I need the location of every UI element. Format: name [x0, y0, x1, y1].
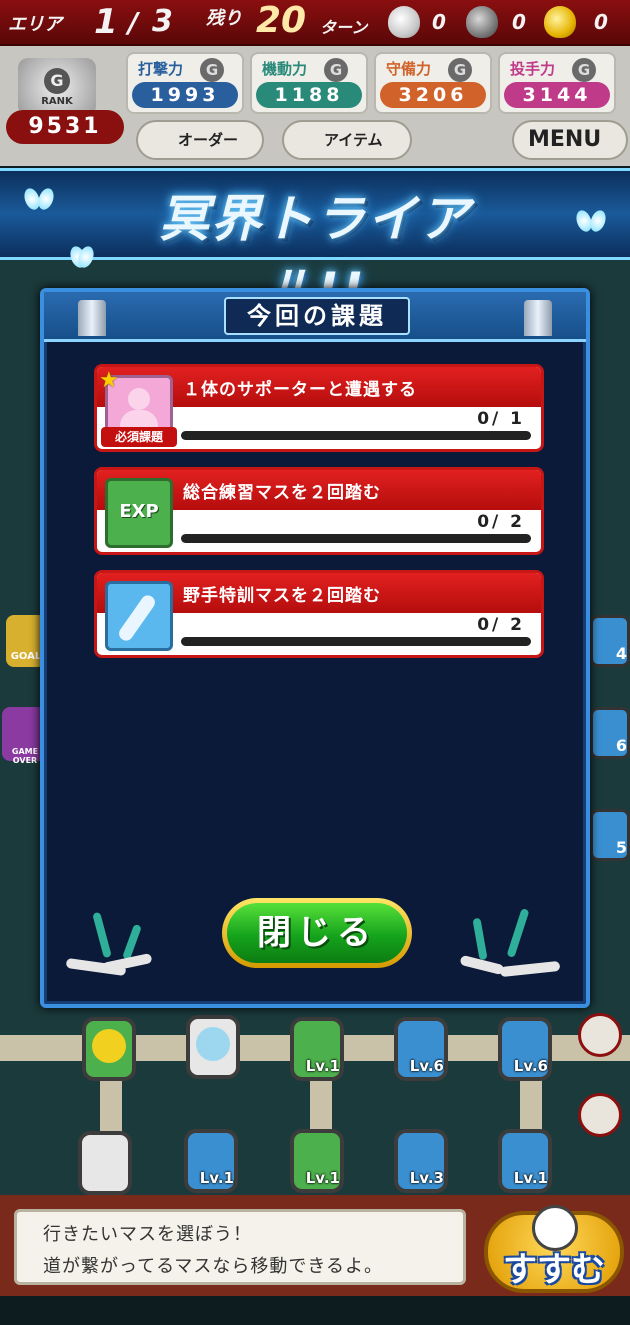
- g-icon: G: [448, 58, 472, 82]
- task-count: 0/ 2: [477, 615, 525, 635]
- rank-emblem-icon: G RANK: [18, 58, 96, 116]
- hint-line-1: 行きたいマスを選ぼう！: [43, 1224, 252, 1245]
- side-tile[interactable]: 6: [590, 707, 630, 759]
- top-status-bar: エリア 1 / 3 残り 20 ターン 0 0 0: [0, 0, 630, 46]
- butterfly-icon: [576, 207, 606, 237]
- turn-count: 20: [256, 0, 307, 41]
- side-tile[interactable]: 5: [590, 809, 630, 861]
- task-progress-bar: [181, 637, 531, 646]
- zoom-icon[interactable]: [578, 1013, 622, 1057]
- stat-label: 機動力: [262, 60, 308, 78]
- side-tile[interactable]: 4: [590, 615, 630, 667]
- item-button[interactable]: アイテム: [282, 120, 412, 160]
- menu-button[interactable]: MENU: [512, 120, 628, 160]
- task-row: 野手特訓マスを２回踏む 0/ 2: [94, 570, 544, 658]
- g-icon: G: [200, 58, 224, 82]
- pillar-icon: [78, 300, 106, 336]
- menu-label: MENU: [528, 127, 602, 152]
- close-button[interactable]: 閉じる: [222, 898, 412, 968]
- task-progress-bar: [181, 534, 531, 543]
- butterfly-icon: [24, 185, 54, 215]
- silver-bag-icon: [388, 6, 420, 38]
- area-label: エリア: [8, 14, 62, 35]
- order-label: オーダー: [178, 131, 239, 149]
- turn-label: ターン: [320, 18, 368, 37]
- task-label: １体のサポーターと遭遇する: [183, 380, 417, 400]
- plant-decoration: [92, 911, 112, 959]
- rank-label: RANK: [41, 96, 73, 107]
- remain-label: 残り: [206, 8, 242, 29]
- plant-decoration: [472, 917, 488, 961]
- bat-icon: [105, 581, 173, 651]
- stat-label: 投手力: [510, 60, 556, 78]
- area-sep: /: [128, 6, 139, 39]
- order-button[interactable]: オーダー: [136, 120, 264, 160]
- task-row: EXP 総合練習マスを２回踏む 0/ 2: [94, 467, 544, 555]
- area-current: 1: [94, 2, 118, 42]
- task-dialog: 今回の課題 必須課題 ★ １体のサポーターと遭遇する 0/ 1 EXP 総合練習…: [40, 288, 590, 1008]
- bone-decoration: [499, 960, 561, 978]
- rank-value: 9531: [6, 110, 124, 144]
- task-label: 総合練習マスを２回踏む: [183, 483, 381, 503]
- board-tile-bat[interactable]: Lv.3: [394, 1129, 448, 1193]
- stat-label: 守備力: [386, 60, 432, 78]
- dark-bag-icon: [466, 6, 498, 38]
- gold-bag-count: 0: [594, 10, 608, 34]
- bottom-bar: 行きたいマスを選ぼう！ 道が繋がってるマスなら移動できるよ。 すすむ: [0, 1195, 630, 1296]
- stat-value: 3144: [504, 82, 610, 108]
- board-tile-empty[interactable]: [78, 1131, 132, 1195]
- stat-value: 1993: [132, 82, 238, 108]
- silver-bag-count: 0: [432, 10, 446, 34]
- hint-message-box: 行きたいマスを選ぼう！ 道が繋がってるマスなら移動できるよ。: [14, 1209, 466, 1285]
- area-total: 3: [152, 4, 173, 39]
- hint-line-2: 道が繋がってるマスなら移動できるよ。: [43, 1256, 384, 1277]
- dialog-title: 今回の課題: [224, 297, 410, 335]
- stat-value: 1188: [256, 82, 362, 108]
- go-label: すすむ: [503, 1250, 605, 1290]
- board-tile-bag[interactable]: Lv.1: [498, 1129, 552, 1193]
- dialog-header: 今回の課題: [44, 292, 586, 342]
- star-icon: ★: [99, 368, 119, 393]
- go-button[interactable]: すすむ: [484, 1205, 624, 1293]
- board-tile-mystery[interactable]: [82, 1017, 136, 1081]
- stat-value: 3206: [380, 82, 486, 108]
- plant-decoration: [506, 907, 530, 959]
- butterfly-icon: [70, 243, 94, 267]
- dark-bag-count: 0: [512, 10, 526, 34]
- required-badge: 必須課題: [101, 427, 177, 447]
- stat-mobility: 機動力 G 1188: [250, 52, 368, 114]
- stat-defense: 守備力 G 3206: [374, 52, 492, 114]
- task-label: 野手特訓マスを２回踏む: [183, 586, 381, 606]
- board-tile-supporter[interactable]: [186, 1015, 240, 1079]
- board-tile-bag[interactable]: Lv.6: [498, 1017, 552, 1081]
- task-progress-bar: [181, 431, 531, 440]
- task-count: 0/ 2: [477, 512, 525, 532]
- stat-batting: 打撃力 G 1993: [126, 52, 244, 114]
- board-tile-fielding[interactable]: Lv.1: [184, 1129, 238, 1193]
- pillar-icon: [524, 300, 552, 336]
- task-row: 必須課題 ★ １体のサポーターと遭遇する 0/ 1: [94, 364, 544, 452]
- board-tile-exp[interactable]: Lv.1: [290, 1017, 344, 1081]
- close-label: 閉じる: [227, 903, 407, 963]
- stat-label: 打撃力: [138, 60, 184, 78]
- event-banner: 冥界トライアル!!: [0, 168, 630, 320]
- g-icon: G: [572, 58, 596, 82]
- rank-g-icon: G: [44, 68, 70, 94]
- task-count: 0/ 1: [477, 409, 525, 429]
- stat-pitching: 投手力 G 3144: [498, 52, 616, 114]
- g-icon: G: [324, 58, 348, 82]
- gold-bag-icon: [544, 6, 576, 38]
- player-face-icon: [532, 1205, 578, 1251]
- board-tile-exp[interactable]: Lv.1: [290, 1129, 344, 1193]
- player-face-icon[interactable]: [578, 1093, 622, 1137]
- board-tile-ball[interactable]: Lv.6: [394, 1017, 448, 1081]
- item-label: アイテム: [324, 131, 383, 149]
- exp-icon: EXP: [105, 478, 173, 548]
